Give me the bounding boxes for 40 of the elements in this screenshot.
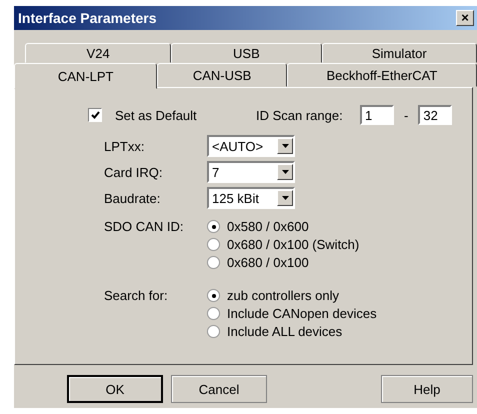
checkbox-label: Set as Default xyxy=(115,108,197,122)
tab[interactable]: USB xyxy=(171,43,322,63)
radio-option[interactable]: 0x680 / 0x100 xyxy=(207,254,360,271)
radio-option[interactable]: Include ALL devices xyxy=(207,323,377,340)
check-icon xyxy=(90,110,100,120)
radio-dot-icon xyxy=(212,224,216,228)
input-field[interactable]: 1 xyxy=(360,105,394,125)
checkbox[interactable] xyxy=(88,108,102,122)
group-label: Search for: xyxy=(103,287,169,303)
window-title: Interface Parameters xyxy=(18,10,157,26)
radio-option[interactable]: 0x680 / 0x100 (Switch) xyxy=(207,236,360,253)
dialog-button[interactable]: OK xyxy=(67,375,163,403)
radio-button[interactable] xyxy=(207,220,220,233)
radio-button[interactable] xyxy=(207,325,220,338)
radio-button[interactable] xyxy=(207,289,220,302)
group-label: SDO CAN ID: xyxy=(103,218,184,234)
radio-button[interactable] xyxy=(207,307,220,320)
radio-option[interactable]: zub controllers only xyxy=(207,287,377,304)
dialog-button[interactable]: Cancel xyxy=(171,375,267,403)
dropdown[interactable]: 125 kBit xyxy=(207,187,295,209)
dropdown[interactable]: <AUTO> xyxy=(207,135,295,157)
tab[interactable]: CAN-LPT xyxy=(14,63,158,89)
field-label: ID Scan range: xyxy=(256,108,344,122)
help-button[interactable]: Help xyxy=(381,375,473,403)
radio-option[interactable]: Include CANopen devices xyxy=(207,305,377,322)
dropdown[interactable]: 7 xyxy=(207,161,295,183)
field-label: Card IRQ: xyxy=(103,164,164,180)
input-field[interactable]: 32 xyxy=(418,105,452,125)
field-label: Baudrate: xyxy=(103,190,162,206)
radio-option[interactable]: 0x580 / 0x600 xyxy=(207,218,360,235)
tab[interactable]: CAN-USB xyxy=(157,63,287,87)
radio-button[interactable] xyxy=(207,256,220,269)
field-label: LPTxx: xyxy=(103,138,146,154)
close-button[interactable]: × xyxy=(456,10,474,26)
tab[interactable]: Simulator xyxy=(322,43,477,63)
separator-text: - xyxy=(404,108,408,122)
tab[interactable]: V24 xyxy=(25,43,172,63)
radio-button[interactable] xyxy=(207,238,220,251)
radio-dot-icon xyxy=(212,294,216,298)
tab[interactable]: Beckhoff-EtherCAT xyxy=(286,63,477,87)
